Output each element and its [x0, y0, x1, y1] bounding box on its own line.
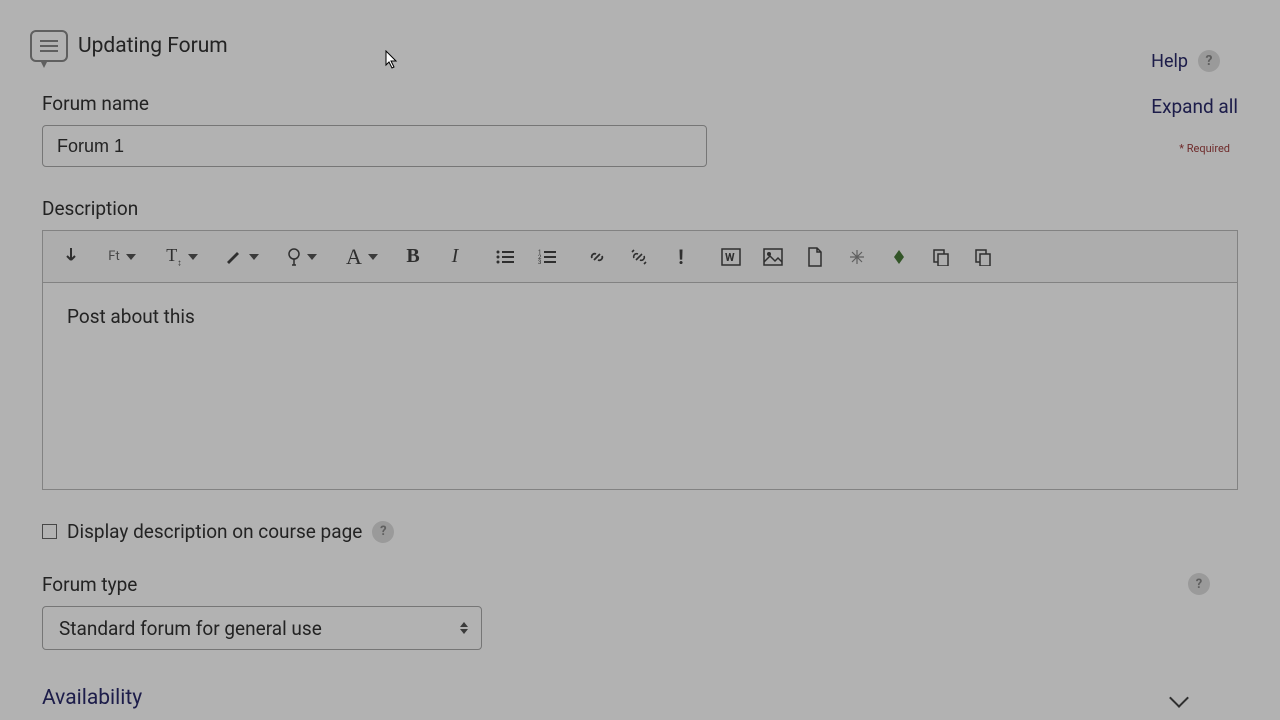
- display-description-checkbox[interactable]: [42, 524, 57, 539]
- editor-content: Post about this: [67, 305, 195, 328]
- paste-button[interactable]: [965, 239, 1001, 275]
- font-size-dropdown[interactable]: T↕: [155, 239, 209, 275]
- forum-type-label: Forum type: [42, 573, 1238, 596]
- recycle-icon[interactable]: [881, 239, 917, 275]
- help-icon[interactable]: ?: [1198, 50, 1220, 72]
- word-import-icon[interactable]: W: [713, 239, 749, 275]
- bold-button[interactable]: B: [395, 239, 431, 275]
- availability-section-header[interactable]: Availability: [42, 686, 1238, 710]
- required-note: Required: [1179, 142, 1230, 155]
- marker-dropdown[interactable]: [275, 239, 329, 275]
- expand-all-link[interactable]: Expand all: [1151, 95, 1238, 118]
- forum-type-select[interactable]: Standard forum for general use: [42, 606, 482, 650]
- alert-icon[interactable]: !: [663, 239, 699, 275]
- select-caret-icon: [460, 622, 468, 634]
- bullet-list-button[interactable]: [487, 239, 523, 275]
- forum-name-label: Forum name: [42, 92, 1238, 115]
- chevron-down-icon: [1169, 688, 1189, 708]
- svg-text:3: 3: [538, 259, 541, 265]
- file-button[interactable]: [797, 239, 833, 275]
- font-family-dropdown[interactable]: Ft: [95, 239, 149, 275]
- forum-name-input[interactable]: [42, 125, 707, 167]
- copy-button[interactable]: [923, 239, 959, 275]
- description-editor[interactable]: Post about this: [42, 282, 1238, 490]
- svg-text:W: W: [725, 251, 735, 264]
- font-format-dropdown[interactable]: A: [335, 239, 389, 275]
- help-link[interactable]: Help: [1151, 51, 1188, 72]
- toolbar-toggle-icon[interactable]: [53, 239, 89, 275]
- sparkle-icon[interactable]: [839, 239, 875, 275]
- page-title: Updating Forum: [78, 34, 228, 58]
- highlight-dropdown[interactable]: [215, 239, 269, 275]
- unlink-button[interactable]: [621, 239, 657, 275]
- italic-button[interactable]: I: [437, 239, 473, 275]
- description-label: Description: [42, 197, 1238, 220]
- editor-toolbar: Ft T↕ A B I 123 ! W: [42, 230, 1238, 282]
- cursor-icon: [385, 50, 399, 70]
- image-button[interactable]: [755, 239, 791, 275]
- forum-icon: [30, 30, 68, 62]
- availability-title: Availability: [42, 686, 142, 710]
- forum-type-help-icon[interactable]: ?: [1188, 573, 1210, 595]
- numbered-list-button[interactable]: 123: [529, 239, 565, 275]
- display-description-label: Display description on course page: [67, 520, 362, 543]
- link-button[interactable]: [579, 239, 615, 275]
- display-description-help-icon[interactable]: ?: [372, 521, 394, 543]
